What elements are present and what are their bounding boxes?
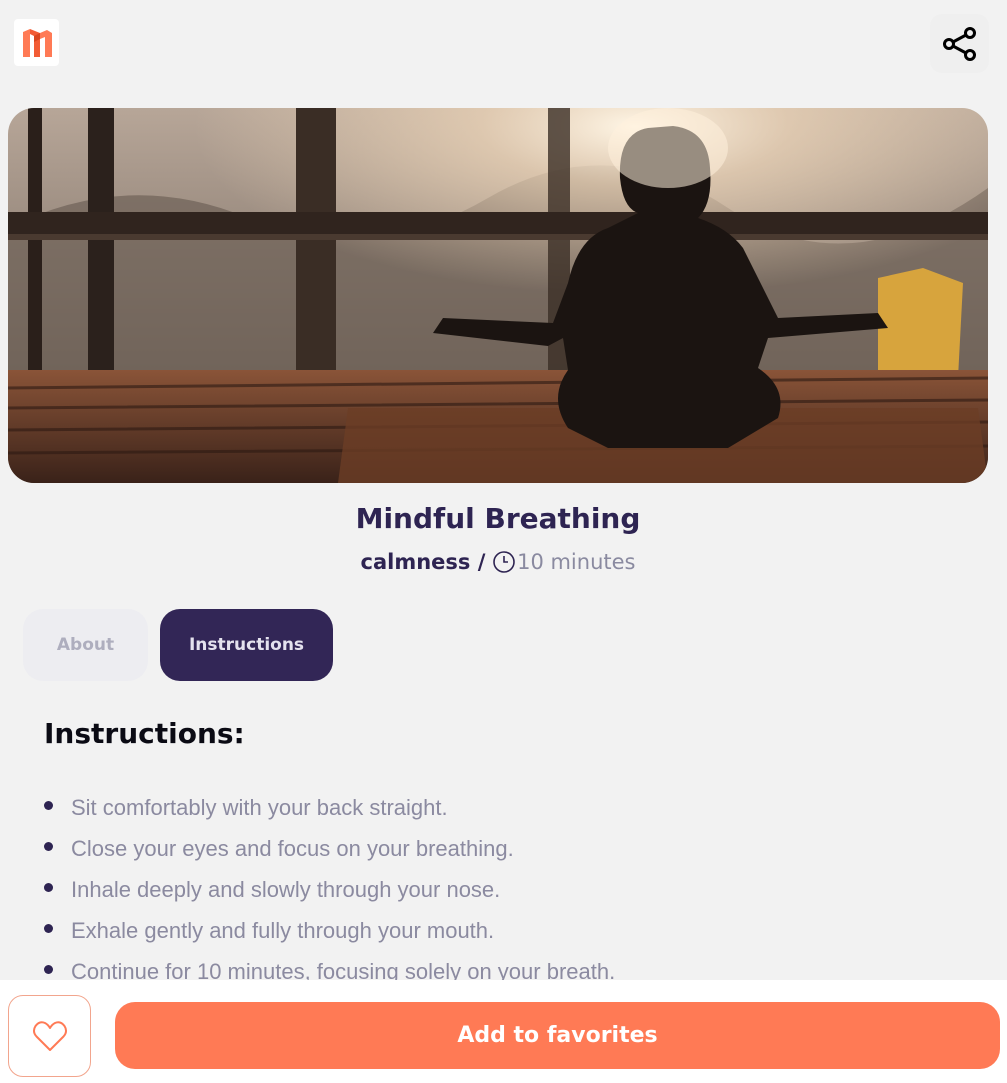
- hero-image: [8, 108, 988, 483]
- brand-logo-icon: [22, 28, 52, 57]
- step-text: Sit comfortably with your back straight.: [71, 794, 448, 820]
- step-text: Inhale deeply and slowly through your no…: [71, 876, 501, 902]
- bullet-icon: [44, 883, 53, 892]
- exercise-title: Mindful Breathing: [355, 502, 641, 535]
- bullet-icon: [44, 842, 53, 851]
- clock-icon: [493, 551, 515, 573]
- exercise-category: calmness /: [360, 550, 486, 574]
- instructions-list: Sit comfortably with your back straight.…: [44, 787, 615, 992]
- step-text: Close your eyes and focus on your breath…: [71, 835, 514, 861]
- list-item: Exhale gently and fully through your mou…: [44, 910, 615, 951]
- share-button[interactable]: [930, 14, 989, 73]
- tab-instructions[interactable]: Instructions: [160, 609, 333, 681]
- exercise-duration: 10 minutes: [517, 550, 636, 574]
- bullet-icon: [44, 965, 53, 974]
- share-icon: [942, 26, 976, 61]
- bullet-icon: [44, 924, 53, 933]
- bullet-icon: [44, 801, 53, 810]
- exercise-meta: calmness / 10 minutes: [0, 550, 996, 574]
- list-item: Inhale deeply and slowly through your no…: [44, 869, 615, 910]
- list-item: Close your eyes and focus on your breath…: [44, 828, 615, 869]
- brand-logo[interactable]: [14, 19, 59, 66]
- heart-icon: [32, 1021, 67, 1051]
- step-text: Exhale gently and fully through your mou…: [71, 917, 495, 943]
- list-item: Sit comfortably with your back straight.: [44, 787, 615, 828]
- tab-about[interactable]: About: [23, 609, 148, 681]
- add-to-favorites-button[interactable]: Add to favorites: [115, 1002, 1000, 1069]
- instructions-heading: Instructions:: [44, 717, 245, 750]
- favorite-toggle-button[interactable]: [8, 995, 91, 1077]
